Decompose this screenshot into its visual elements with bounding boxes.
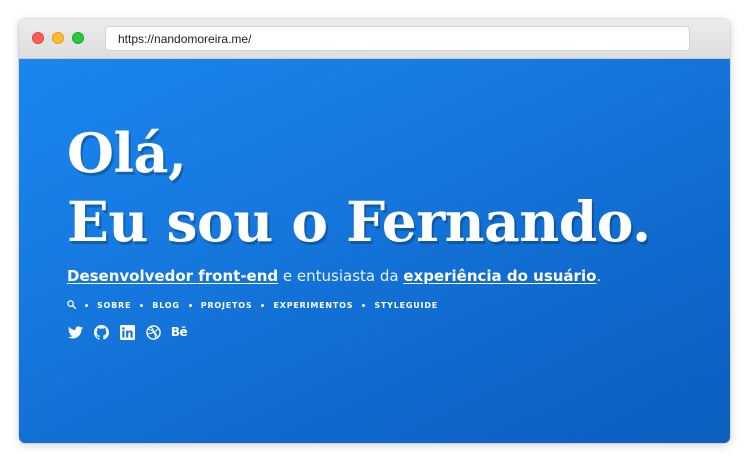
user-experience-link[interactable]: experiência do usuário xyxy=(403,267,596,285)
nav-separator xyxy=(261,304,265,307)
tagline-end-text: . xyxy=(596,267,602,285)
nav-link-projetos[interactable]: Projetos xyxy=(201,301,253,310)
nav-link-experimentos[interactable]: Experimentos xyxy=(273,301,353,310)
frontend-developer-link[interactable]: Desenvolvedor front-end xyxy=(67,267,278,285)
nav-link-sobre[interactable]: Sobre xyxy=(97,301,131,310)
nav-separator xyxy=(140,304,144,307)
nav-link-blog[interactable]: Blog xyxy=(152,301,179,310)
behance-icon[interactable]: Bē xyxy=(170,324,188,340)
behance-icon-text: Bē xyxy=(170,325,188,339)
address-bar[interactable]: https://nandomoreira.me/ xyxy=(105,26,690,51)
github-icon[interactable] xyxy=(93,324,109,340)
hero-name: Eu sou o Fernando. xyxy=(67,189,651,254)
linkedin-icon[interactable] xyxy=(119,324,135,340)
site-nav: Sobre Blog Projetos Experimentos Stylegu… xyxy=(67,300,438,311)
twitter-icon[interactable] xyxy=(67,324,83,340)
tagline-middle-text: e entusiasta da xyxy=(278,267,404,285)
hero-greeting: Olá, xyxy=(67,121,187,185)
maximize-window-button[interactable] xyxy=(72,32,84,44)
tagline: Desenvolvedor front-end e entusiasta da … xyxy=(67,267,601,285)
nav-separator xyxy=(85,304,88,307)
browser-titlebar: https://nandomoreira.me/ xyxy=(19,19,730,59)
nav-link-styleguide[interactable]: Styleguide xyxy=(374,301,438,310)
close-window-button[interactable] xyxy=(32,32,44,44)
nav-separator xyxy=(362,304,366,307)
nav-separator xyxy=(188,304,192,307)
address-url: https://nandomoreira.me/ xyxy=(118,31,252,46)
social-links: Bē xyxy=(67,324,197,340)
search-icon[interactable] xyxy=(67,300,76,311)
page-viewport: Olá, Eu sou o Fernando. Desenvolvedor fr… xyxy=(19,59,730,443)
minimize-window-button[interactable] xyxy=(52,32,64,44)
dribbble-icon[interactable] xyxy=(145,324,161,340)
browser-window: https://nandomoreira.me/ Olá, Eu sou o F… xyxy=(19,19,730,443)
